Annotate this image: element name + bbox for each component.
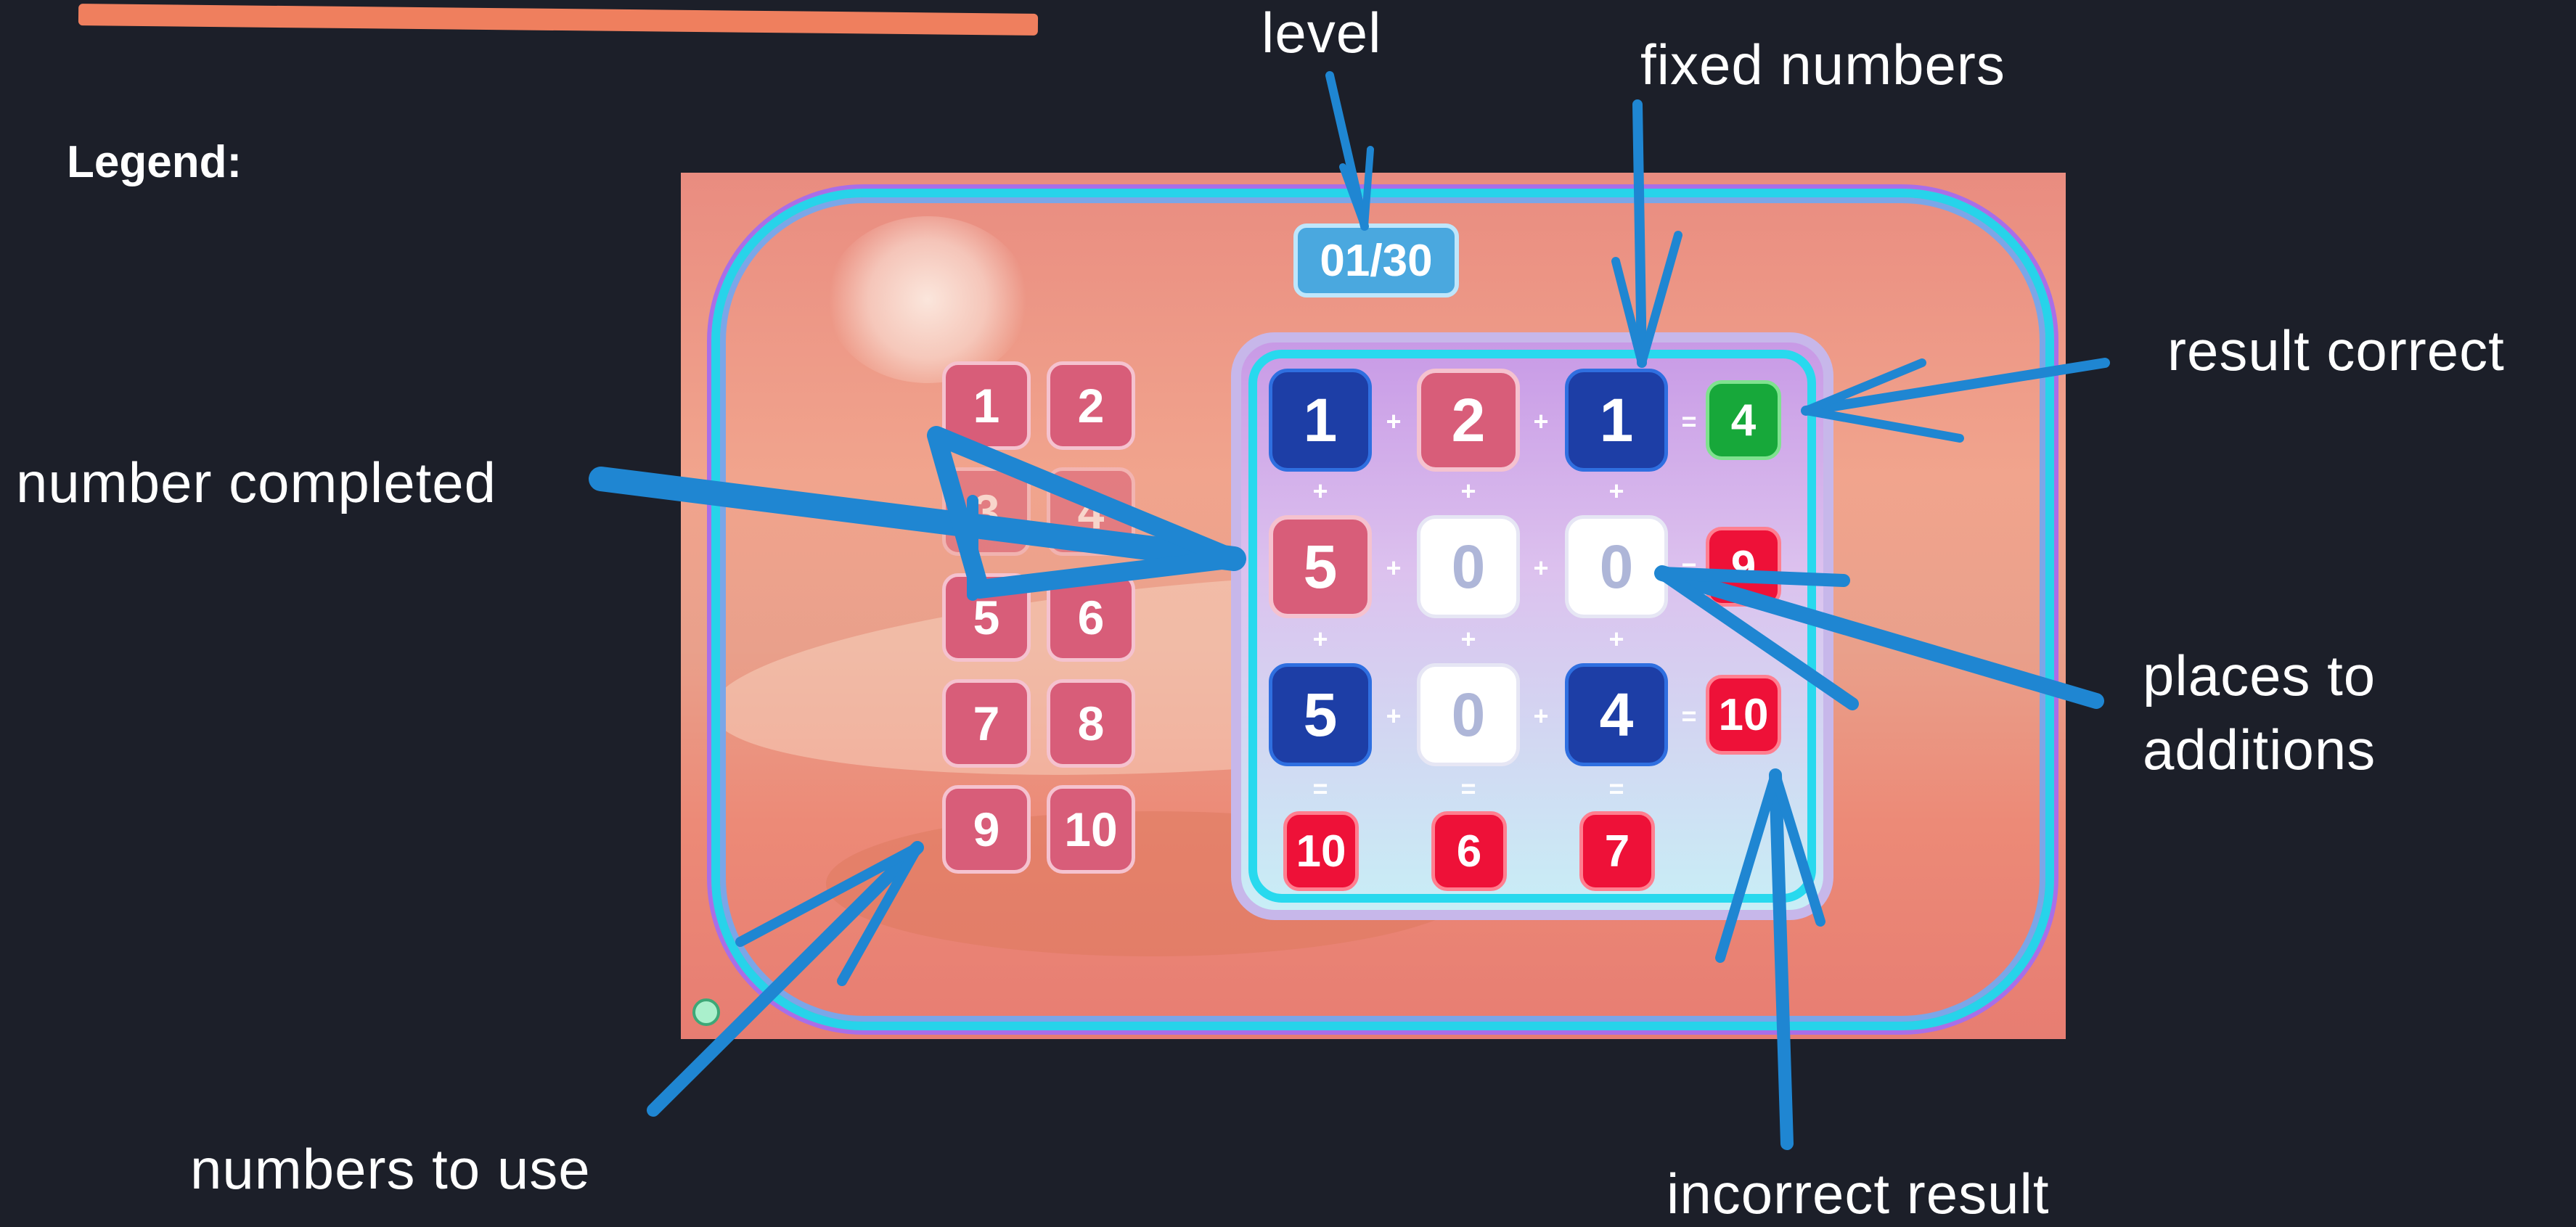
arrow-incorrect-result-head	[1715, 770, 1825, 963]
arrow-number-completed-head	[927, 426, 1243, 599]
arrow-places	[1654, 565, 2104, 709]
arrow-fixed-numbers-head	[1611, 231, 1682, 367]
annotation-arrows	[589, 71, 2110, 1150]
arrow-places-head	[1656, 567, 1859, 710]
arrow-fixed-numbers	[1632, 99, 1647, 368]
arrow-incorrect-result	[1769, 768, 1794, 1150]
arrow-numbers-to-use	[647, 841, 924, 1117]
arrow-result-correct	[1801, 358, 2110, 416]
